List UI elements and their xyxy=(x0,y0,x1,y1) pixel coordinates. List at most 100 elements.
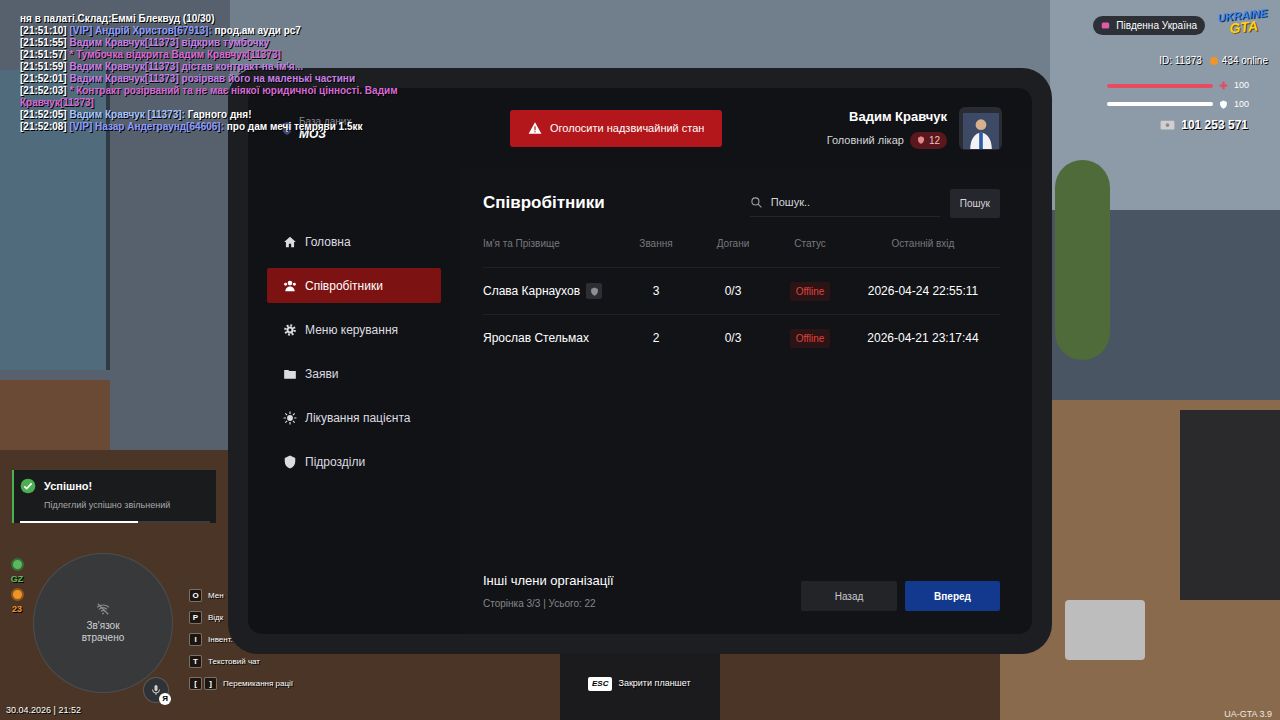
hotkey-keys: O xyxy=(189,589,202,602)
phone xyxy=(1065,600,1145,660)
search-button[interactable]: Пошук xyxy=(950,189,1000,218)
hotkey-keys: P xyxy=(189,611,202,624)
hotkey-hints: O Мен P Відк IІнвент. T Текстовий чат []Перемик… xyxy=(189,589,293,690)
close-hint: ESC Закрити планшет xyxy=(588,677,691,691)
employee-name: Ярослав Стельмах xyxy=(483,329,589,347)
chat-segment: [21:51:59] xyxy=(20,61,69,72)
armor-row: 100 xyxy=(1107,98,1252,112)
logo-bottom: GTA xyxy=(1229,20,1259,35)
player-info: ID: 11373 434 online xyxy=(1159,53,1268,68)
tablet-screen: База даних МОЗ Оголосити надзвичайний ст… xyxy=(248,88,1032,634)
chat-segment: [21:51:57] xyxy=(20,49,69,60)
notification-title: Успішно! xyxy=(44,478,92,495)
shield-icon xyxy=(283,455,297,469)
voice-badge: Я xyxy=(159,693,171,705)
sidebar-label: Співробітники xyxy=(305,277,383,295)
no-signal-icon xyxy=(96,602,110,616)
status-cell: Offline xyxy=(774,282,846,301)
hotkey-label: Текстовий чат xyxy=(208,656,260,668)
home-icon xyxy=(283,235,297,249)
employee-name: Слава Карнаухов xyxy=(483,282,580,300)
money-row: 101 253 571 xyxy=(1160,116,1248,134)
hotkey-keys: [] xyxy=(189,677,217,690)
user-rank: Головний лікар xyxy=(827,132,904,149)
chair xyxy=(1180,410,1280,600)
online-count: 434 online xyxy=(1222,53,1268,68)
indicators: GZ 23 xyxy=(8,558,26,615)
prev-button[interactable]: Назад xyxy=(801,581,897,611)
chat-segment: [21:52:08] xyxy=(20,121,69,132)
health-value: 100 xyxy=(1234,79,1252,93)
hotkey-label: Відк xyxy=(208,612,223,624)
chat-segment: * Контракт розірваний та не має ніякої ю… xyxy=(20,85,398,108)
server-badge: Південна Україна xyxy=(1093,16,1205,35)
chat-line: [21:52:05] Вадим Кравчук [11373]: Гарног… xyxy=(20,109,440,121)
sidebar-item[interactable]: Підрозділи xyxy=(267,444,441,479)
sidebar-item[interactable]: Заяви xyxy=(267,356,441,391)
search-icon xyxy=(750,196,763,209)
sidebar-item[interactable]: Співробітники xyxy=(267,268,441,303)
chat-segment: Вадим Кравчук[11373] розірвав його на ма… xyxy=(69,73,355,84)
armor-value: 100 xyxy=(1234,98,1252,112)
tablet-header: База даних МОЗ Оголосити надзвичайний ст… xyxy=(248,88,1032,168)
indicator-label: 23 xyxy=(12,604,22,615)
chat-line: [21:52:01] Вадим Кравчук[11373] розірвав… xyxy=(20,73,440,85)
sidebar-item[interactable]: Лікування пацієнта xyxy=(267,400,441,435)
leader-badge xyxy=(586,283,602,299)
close-label: Закрити планшет xyxy=(618,677,690,691)
health-row: 100 xyxy=(1107,79,1252,93)
health-track xyxy=(1107,84,1213,88)
chat-line: [21:52:03] * Контракт розірваний та не м… xyxy=(20,85,440,109)
status-bars: 100 100 101 253 571 xyxy=(1107,79,1252,134)
avatar xyxy=(959,107,1002,150)
server-icon xyxy=(1101,21,1110,30)
hotkey-keys: I xyxy=(189,633,202,646)
online-dot-icon xyxy=(1210,57,1218,65)
table-row[interactable]: Ярослав Стельмах20/3Offline2026-04-21 23… xyxy=(483,314,1000,361)
check-icon xyxy=(20,478,36,494)
last-login-cell: 2026-04-21 23:17:44 xyxy=(846,329,1000,347)
people-icon xyxy=(283,279,297,293)
search-input[interactable] xyxy=(771,194,940,211)
key-cap: [ xyxy=(189,677,202,690)
emergency-label: Оголосити надзвичайний стан xyxy=(550,120,704,137)
hotkey-label: Мен xyxy=(208,590,224,602)
name-cell: Слава Карнаухов xyxy=(483,282,620,300)
chat-line: [21:51:57] * Тумбочка відкрита Вадим Кра… xyxy=(20,49,440,61)
table-row[interactable]: Слава Карнаухов30/3Offline2026-04-24 22:… xyxy=(483,267,1000,314)
notification-progress xyxy=(20,521,138,523)
emergency-button[interactable]: Оголосити надзвичайний стан xyxy=(510,110,722,147)
indicator-label: GZ xyxy=(11,574,24,585)
sidebar-item[interactable]: Меню керування xyxy=(267,312,441,347)
sidebar-label: Меню керування xyxy=(305,321,398,339)
user-name: Вадим Кравчук xyxy=(849,107,947,127)
esc-key: ESC xyxy=(588,677,612,691)
armor-track xyxy=(1107,102,1213,106)
table-body: Слава Карнаухов30/3Offline2026-04-24 22:… xyxy=(483,267,1000,361)
voice-button[interactable]: Я xyxy=(143,677,169,703)
chat: ня в палаті.Склад:Еммі Блеквуд (10/30)[2… xyxy=(20,13,440,133)
money-icon xyxy=(1160,120,1175,130)
column-header: Звання xyxy=(620,236,692,251)
key-cap: ] xyxy=(204,677,217,690)
chat-segment: [21:51:10] xyxy=(20,25,69,36)
content: Співробітники Пошук Ім'я та ПрізвищеЗван… xyxy=(460,168,1032,634)
chat-segment: * Тумбочка відкрита Вадим Кравчук[11373] xyxy=(69,49,280,60)
avatar-icon xyxy=(963,112,999,150)
plant xyxy=(1055,160,1110,360)
key-cap: I xyxy=(189,633,202,646)
sidebar-item[interactable]: Головна xyxy=(267,224,441,259)
hotkey-row: IІнвент. xyxy=(189,633,293,646)
next-button[interactable]: Вперед xyxy=(905,581,1000,611)
chat-line: ня в палаті.Склад:Еммі Блеквуд (10/30) xyxy=(20,13,440,25)
armor-shield-icon xyxy=(1219,100,1228,109)
hotkey-keys: T xyxy=(189,655,202,668)
shield-icon xyxy=(590,287,599,296)
sun-icon xyxy=(283,411,297,425)
rank-cell: 2 xyxy=(620,329,692,347)
chat-line: [21:51:59] Вадим Кравчук[11373] дістав к… xyxy=(20,61,440,73)
game-version: UA-GTA 3.9 xyxy=(1224,708,1272,720)
hotkey-row: []Перемикання рації xyxy=(189,677,293,690)
chat-segment: ня в палаті.Склад:Еммі Блеквуд (10/30) xyxy=(20,13,215,24)
warnings-cell: 0/3 xyxy=(692,329,774,347)
